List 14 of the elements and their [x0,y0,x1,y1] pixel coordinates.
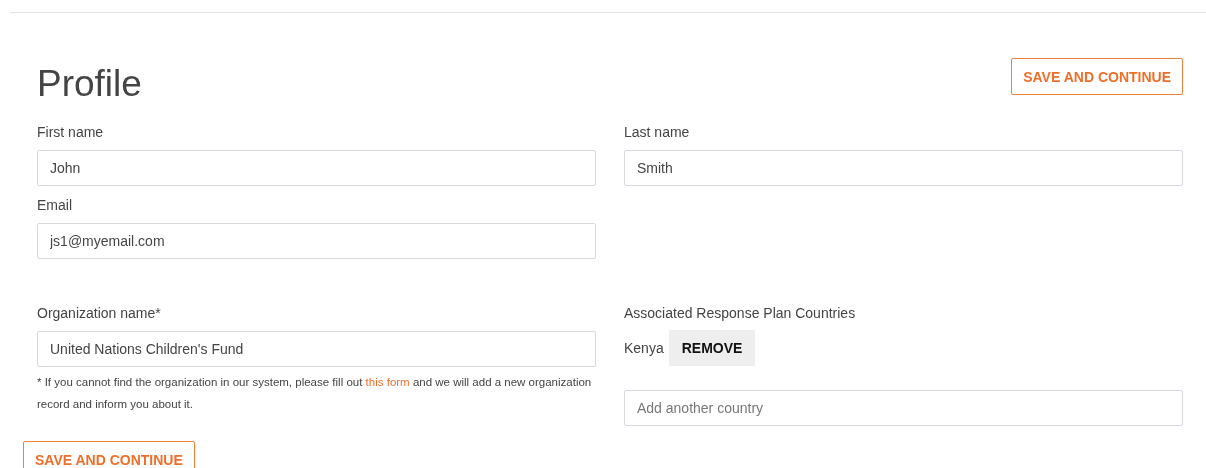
field-label: First name [37,123,105,141]
input-field[interactable]: Add another country [624,390,1183,426]
input-field[interactable]: John [37,150,596,186]
field-label: Email [37,196,73,214]
input-field[interactable]: js1@myemail.com [37,223,596,259]
field-label: Associated Response Plan Countries [624,304,857,322]
input-field[interactable]: Smith [624,150,1183,186]
country-name: Kenya [624,340,664,356]
input-field[interactable]: United Nations Children's Fund [37,331,596,367]
help-text: * If you cannot find the organization in our system, please fill out this form and we will add a new organization record and inform you about it. [37,375,593,412]
page-title: Profile [37,62,142,106]
field-label: Last name [624,123,691,141]
field-label: Organization name* [37,304,162,322]
remove-button[interactable]: REMOVE [668,330,756,366]
